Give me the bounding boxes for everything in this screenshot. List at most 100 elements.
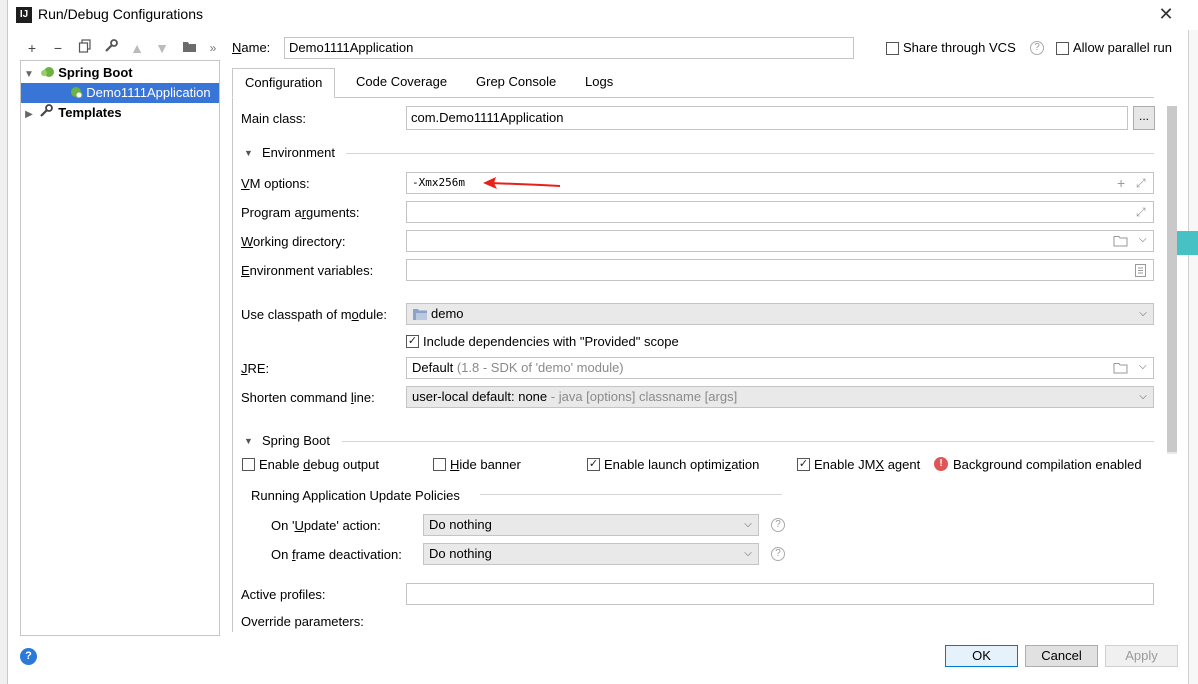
classpath-module-select[interactable]: demo ⌵ (406, 303, 1154, 325)
include-deps-checkbox[interactable]: ✓ (406, 335, 419, 348)
cancel-button[interactable]: Cancel (1025, 645, 1098, 667)
update-action-label: On 'Update' action: (271, 518, 381, 533)
spring-boot-section-title[interactable]: Spring Boot (262, 433, 330, 448)
tab-strip: Configuration Code Coverage Grep Console… (232, 68, 1154, 98)
shorten-cmd-value: user-local default: none (412, 389, 548, 404)
browse-main-class-button[interactable]: ... (1133, 106, 1155, 130)
folder-icon[interactable] (1113, 235, 1128, 250)
include-deps-label: Include dependencies with "Provided" sco… (423, 334, 679, 349)
tab-code-coverage[interactable]: Code Coverage (344, 68, 459, 98)
frame-deactivation-value: Do nothing (429, 546, 492, 561)
spring-boot-icon (39, 64, 55, 84)
help-icon[interactable]: ? (20, 648, 37, 665)
program-args-label: Program arguments: (241, 205, 360, 220)
add-configuration-button[interactable]: + (22, 38, 42, 58)
new-folder-button[interactable] (179, 38, 199, 58)
plus-icon[interactable]: + (1117, 175, 1125, 191)
expand-arrow-icon[interactable]: ▼ (23, 65, 35, 85)
update-action-select[interactable]: Do nothing ⌵ (423, 514, 759, 536)
red-arrow-annotation (483, 177, 561, 189)
move-down-button[interactable]: ▼ (152, 38, 172, 58)
chevron-down-icon[interactable]: ⌵ (1139, 234, 1147, 245)
expand-icon[interactable]: ⤢ (1136, 176, 1146, 191)
active-profiles-label: Active profiles: (241, 587, 326, 602)
module-icon (413, 308, 427, 323)
jmx-agent-checkbox[interactable]: ✓ (797, 458, 810, 471)
allow-parallel-checkbox[interactable] (1056, 42, 1069, 55)
folder-icon (182, 42, 196, 52)
folder-icon[interactable] (1113, 362, 1128, 377)
active-profiles-field[interactable] (406, 583, 1154, 605)
override-params-label: Override parameters: (241, 614, 364, 629)
window-title: Run/Debug Configurations (38, 6, 203, 22)
program-args-field[interactable] (406, 201, 1154, 223)
help-icon[interactable]: ? (771, 518, 785, 532)
name-label: Name: (232, 40, 271, 55)
enable-debug-label: Enable debug output (259, 457, 380, 472)
chevron-down-icon: ⌵ (1139, 391, 1147, 402)
collapse-arrow-icon[interactable]: ▶ (23, 105, 35, 125)
classpath-module-label: Use classpath of module: (241, 307, 387, 322)
scrollbar-thumb[interactable] (1167, 106, 1177, 452)
working-dir-field[interactable] (406, 230, 1154, 252)
copy-configuration-button[interactable] (75, 38, 95, 58)
section-divider (342, 441, 1154, 442)
jre-field[interactable]: Default (1.8 - SDK of 'demo' module) (406, 357, 1154, 379)
edit-defaults-button[interactable] (101, 38, 121, 58)
more-actions-button[interactable]: » (203, 38, 223, 58)
update-action-value: Do nothing (429, 517, 492, 532)
error-icon: ! (934, 457, 948, 471)
shorten-cmd-label: Shorten command line: (241, 390, 375, 405)
wrench-icon (105, 39, 118, 52)
ok-button[interactable]: OK (945, 645, 1018, 667)
wrench-icon (39, 103, 55, 124)
configuration-tree[interactable]: ▼ Spring Boot Demo1111Application ▶ Temp… (20, 60, 220, 636)
env-vars-field[interactable] (406, 259, 1154, 281)
allow-parallel-label: Allow parallel run (1073, 40, 1172, 55)
tab-logs[interactable]: Logs (573, 68, 625, 98)
launch-optimization-label: Enable launch optimization (604, 457, 760, 472)
classpath-module-value: demo (431, 306, 464, 321)
tree-item-label: Templates (58, 105, 122, 120)
tree-item-spring-boot[interactable]: ▼ Spring Boot (21, 63, 219, 83)
enable-debug-checkbox[interactable] (242, 458, 255, 471)
move-up-button[interactable]: ▲ (127, 38, 147, 58)
main-class-field[interactable]: com.Demo1111Application (406, 106, 1128, 130)
tree-item-templates[interactable]: ▶ Templates (21, 103, 219, 123)
share-vcs-checkbox[interactable] (886, 42, 899, 55)
intellij-logo-icon: IJ (16, 7, 32, 23)
env-vars-label: Environment variables: (241, 263, 374, 278)
hide-banner-label: Hide banner (450, 457, 521, 472)
document-icon[interactable] (1135, 264, 1146, 280)
tab-configuration[interactable]: Configuration (232, 68, 336, 98)
shorten-cmd-hint: - java [options] classname [args] (550, 389, 738, 404)
hide-banner-checkbox[interactable] (433, 458, 446, 471)
launch-optimization-checkbox[interactable]: ✓ (587, 458, 600, 471)
chevron-down-icon[interactable]: ⌵ (1139, 361, 1147, 372)
apply-button[interactable]: Apply (1105, 645, 1178, 667)
bg-compilation-label: Background compilation enabled (953, 457, 1142, 472)
jre-value: Default (412, 360, 454, 375)
environment-section-title[interactable]: Environment (262, 145, 335, 160)
copy-icon (78, 39, 91, 53)
jre-label: JRE: (241, 361, 270, 376)
spring-boot-collapse-icon[interactable]: ▼ (244, 436, 253, 446)
tree-item-label: Spring Boot (58, 65, 133, 80)
tab-grep-console[interactable]: Grep Console (464, 68, 568, 98)
name-field[interactable]: Demo1111Application (284, 37, 854, 59)
chevron-down-icon: ⌵ (744, 519, 752, 530)
close-icon[interactable]: ✕ (1156, 3, 1176, 25)
remove-configuration-button[interactable]: − (48, 38, 68, 58)
frame-deactivation-select[interactable]: Do nothing ⌵ (423, 543, 759, 565)
background-editor-strip-left (0, 0, 8, 684)
shorten-cmd-select[interactable]: user-local default: none - java [options… (406, 386, 1154, 408)
tree-item-demo1111application[interactable]: Demo1111Application (21, 83, 219, 103)
jre-hint: (1.8 - SDK of 'demo' module) (456, 360, 624, 375)
chevron-down-icon: ⌵ (744, 548, 752, 559)
expand-icon[interactable]: ⤢ (1136, 205, 1146, 220)
environment-collapse-icon[interactable]: ▼ (244, 148, 253, 158)
help-icon[interactable]: ? (1030, 41, 1044, 55)
vm-options-label: VM options: (241, 176, 310, 191)
section-divider (346, 153, 1154, 154)
help-icon[interactable]: ? (771, 547, 785, 561)
